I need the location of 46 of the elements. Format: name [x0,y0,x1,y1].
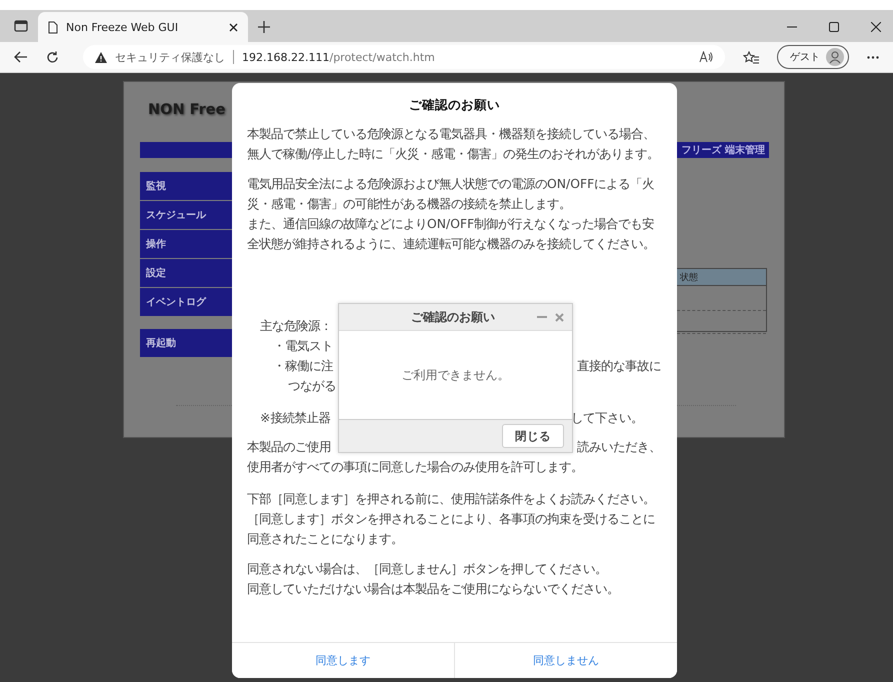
body-text: ［同意します］ボタンを押されることにより、各事項の拘束を受けることに同意されたことになります。 [247,510,656,548]
url-text: 192.168.22.111/protect/watch.htm [242,50,435,64]
dialog-title: ご確認のお願い [408,97,501,114]
address-bar[interactable]: セキュリティ保護なし 192.168.22.111/protect/watch.htm [83,45,725,69]
body-text: また、通信回線の故障などによりON/OFF制御が行えなくなった場合でも安全状態が維持されるように、連続運転可能な機器のみを接続してください。 [247,215,656,253]
browser-tab[interactable]: Non Freeze Web GUI [38,12,248,42]
body-text: 使用者がすべての事項に同意した場合のみ使用を許可します。 [247,458,583,476]
maximize-icon[interactable] [829,22,839,32]
nav-item[interactable]: 監視 [140,172,232,200]
logo-text: NON Free [148,102,226,118]
body-text: 読みいただき、 [577,438,661,456]
nav-item[interactable]: スケジュール [140,201,232,229]
more-icon[interactable] [867,56,879,58]
close-icon[interactable] [871,22,881,32]
body-text: 電気用品安全法による危険源および無人状態での電源のON/OFFによる「火災・感電・傷害」の可能性がある機器の接続を禁止します。 [247,175,656,213]
alert-message: ご利用できません。 [402,366,510,384]
tab-actions-icon[interactable] [14,20,28,32]
warning-icon [95,52,107,62]
close-icon[interactable] [229,22,238,32]
body-text: つながる [288,377,336,395]
body-text: 直接的な事故に [577,357,661,375]
body-text: ※接続禁止器 [260,409,330,427]
close-button[interactable]: 閉じる [502,424,564,448]
body-text: 同意していただけない場合は本製品をご使用にならないでください。 [247,580,620,598]
favorites-icon[interactable] [743,50,759,64]
nav-item[interactable]: 設定 [140,259,232,287]
new-tab-icon[interactable] [258,21,270,33]
body-text: して下さい。 [571,409,643,427]
reload-icon[interactable] [46,50,59,64]
body-text: 本製品のご使用 [247,438,331,456]
nav-item[interactable]: 操作 [140,230,232,258]
nav-item[interactable]: イベントログ [140,288,232,316]
body-text: 下部［同意します］を押される前に、使用許諾条件をよくお読みください。 [247,490,656,508]
nav-item[interactable]: 再起動 [140,329,232,357]
dialog-button[interactable]: 同意しません [454,643,677,678]
alert-title: ご確認のお願い [410,308,496,326]
body-text: ・電気スト [273,337,333,355]
back-icon[interactable] [14,51,28,63]
avatar-icon [826,48,844,66]
security-label: セキュリティ保護なし [115,50,225,64]
body-text: 主な危険源： [260,317,332,335]
read-aloud-icon[interactable] [699,51,713,63]
body-text: 同意されない場合は、［同意しません］ボタンを押してください。 [247,560,608,578]
page-icon [48,20,58,34]
profile-button[interactable]: ゲスト [777,45,849,69]
body-text: ・稼働に注 [273,357,333,375]
